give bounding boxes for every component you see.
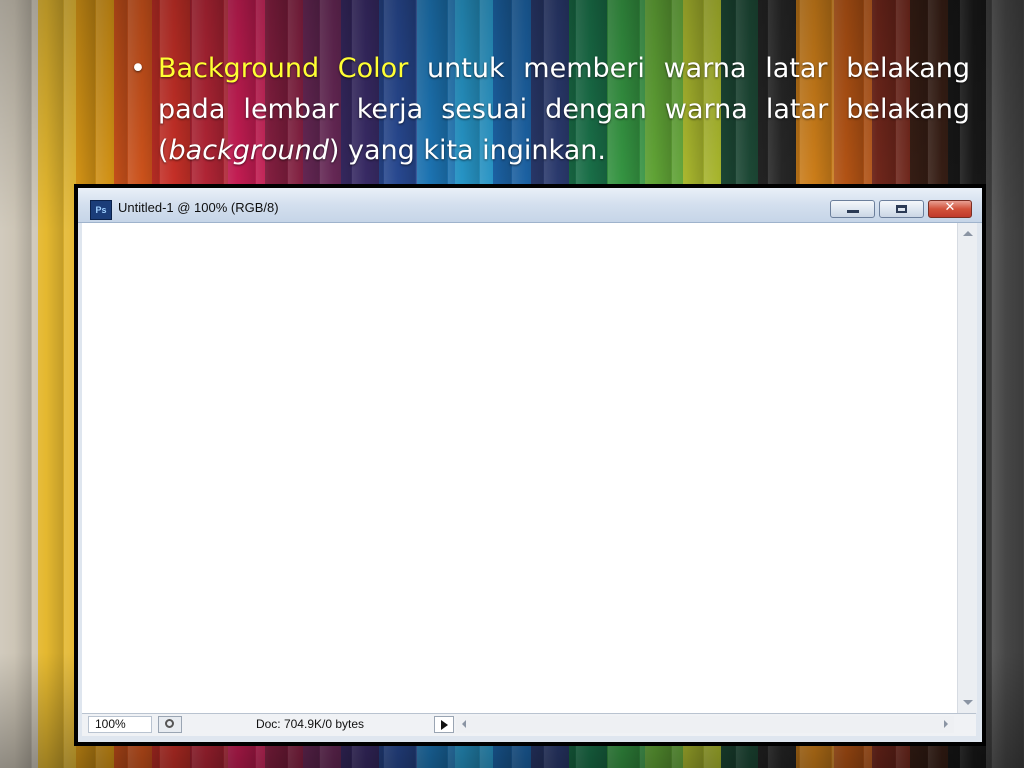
horizontal-scrollbar[interactable] — [456, 716, 954, 733]
close-button[interactable]: ✕ — [928, 200, 972, 218]
maximize-icon — [896, 205, 907, 213]
play-arrow-icon — [441, 720, 448, 730]
italic-term: background — [168, 135, 329, 166]
paren-open: ( — [158, 135, 169, 166]
photoshop-document-window: Ps Untitled-1 @ 100% (RGB/8) ✕ 100% Doc:… — [74, 184, 986, 746]
scroll-down-icon[interactable] — [963, 700, 973, 705]
close-icon: ✕ — [944, 200, 956, 215]
minimize-button[interactable] — [830, 200, 875, 218]
scroll-right-icon[interactable] — [944, 720, 948, 728]
photoshop-app-icon: Ps — [90, 200, 112, 220]
minimize-icon — [847, 210, 859, 213]
bullet-line-2: pada lembar kerja sesuai dengan warna la… — [158, 94, 970, 125]
background-stripe — [985, 0, 1024, 768]
background-stripe — [37, 0, 76, 768]
highlight-term: Background Color — [158, 53, 409, 84]
slide-bullet-text: • Background Color untuk memberi warna l… — [130, 48, 970, 171]
window-titlebar[interactable]: Ps Untitled-1 @ 100% (RGB/8) ✕ — [78, 188, 982, 223]
document-size-info: Doc: 704.9K/0 bytes — [255, 717, 365, 731]
status-options-button[interactable] — [158, 716, 182, 733]
bullet-marker: • — [130, 53, 146, 84]
scroll-up-icon[interactable] — [963, 231, 973, 236]
zoom-level-field[interactable]: 100% — [88, 716, 152, 733]
window-frame: Ps Untitled-1 @ 100% (RGB/8) ✕ 100% Doc:… — [78, 188, 982, 742]
vertical-scrollbar[interactable] — [957, 223, 977, 713]
bullet-line-1-rest: untuk memberi warna latar belakang — [408, 53, 970, 84]
background-stripe — [0, 0, 38, 768]
status-bar: 100% Doc: 704.9K/0 bytes — [82, 713, 976, 736]
bullet-line-1: Background Color untuk memberi warna lat… — [130, 48, 970, 89]
document-canvas[interactable] — [82, 223, 957, 713]
maximize-button[interactable] — [879, 200, 924, 218]
window-title: Untitled-1 @ 100% (RGB/8) — [118, 200, 279, 215]
scroll-left-icon[interactable] — [462, 720, 466, 728]
bullet-line-3: (background) yang kita inginkan. — [130, 130, 970, 171]
bullet-line-3-rest: ) yang kita inginkan. — [328, 135, 606, 166]
status-options-icon — [165, 719, 174, 728]
status-menu-button[interactable] — [434, 716, 454, 733]
